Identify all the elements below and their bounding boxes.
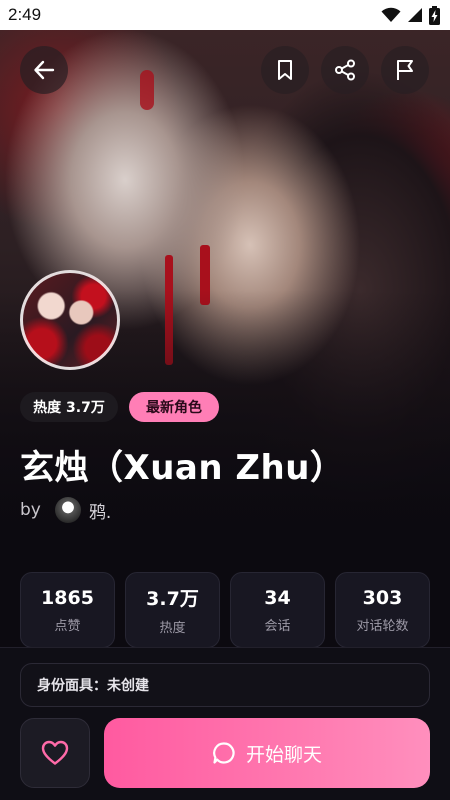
character-avatar[interactable] — [20, 270, 120, 370]
like-button[interactable] — [20, 718, 90, 788]
stat-value: 3.7万 — [146, 588, 199, 610]
author-row[interactable]: by 鸦. — [20, 496, 111, 524]
wifi-icon — [381, 7, 401, 22]
stat-likes: 1865 点赞 — [20, 572, 115, 648]
cellular-signal-icon — [408, 8, 422, 22]
stat-label: 点赞 — [54, 618, 81, 634]
report-button[interactable] — [381, 46, 429, 94]
start-chat-label: 开始聊天 — [245, 743, 322, 766]
status-bar: 2:49 — [0, 0, 450, 30]
back-button[interactable] — [20, 46, 68, 94]
persona-mask-selector[interactable]: 身份面具：未创建 — [20, 663, 430, 707]
status-time: 2:49 — [8, 5, 42, 24]
start-chat-button[interactable]: 开始聊天 — [104, 718, 430, 788]
share-button[interactable] — [321, 46, 369, 94]
stat-value: 34 — [264, 586, 291, 609]
battery-charging-icon — [429, 5, 440, 25]
heat-tag: 热度 3.7万 — [20, 392, 118, 422]
character-name: 玄烛（Xuan Zhu） — [20, 448, 345, 488]
bookmark-icon — [278, 60, 292, 80]
stat-value: 303 — [362, 586, 403, 609]
stat-label: 热度 — [159, 621, 186, 636]
artwork-detail — [140, 70, 154, 110]
stat-value: 1865 — [41, 586, 94, 609]
flag-icon — [397, 60, 413, 80]
stat-heat: 3.7万 热度 — [125, 572, 220, 648]
latest-character-tag[interactable]: 最新角色 — [129, 392, 219, 422]
author-prefix: by — [20, 500, 41, 520]
bookmark-button[interactable] — [261, 46, 309, 94]
arrow-left-icon — [34, 60, 55, 80]
stat-rounds: 303 对话轮数 — [335, 572, 430, 648]
stat-label: 对话轮数 — [356, 618, 409, 634]
stat-sessions: 34 会话 — [230, 572, 325, 648]
share-icon — [335, 59, 355, 81]
stat-label: 会话 — [264, 618, 291, 634]
heart-icon — [41, 740, 69, 765]
status-icons — [381, 5, 440, 25]
author-avatar[interactable] — [54, 497, 81, 523]
author-name[interactable]: 鸦. — [89, 498, 111, 523]
chat-bubble-icon — [213, 742, 235, 764]
